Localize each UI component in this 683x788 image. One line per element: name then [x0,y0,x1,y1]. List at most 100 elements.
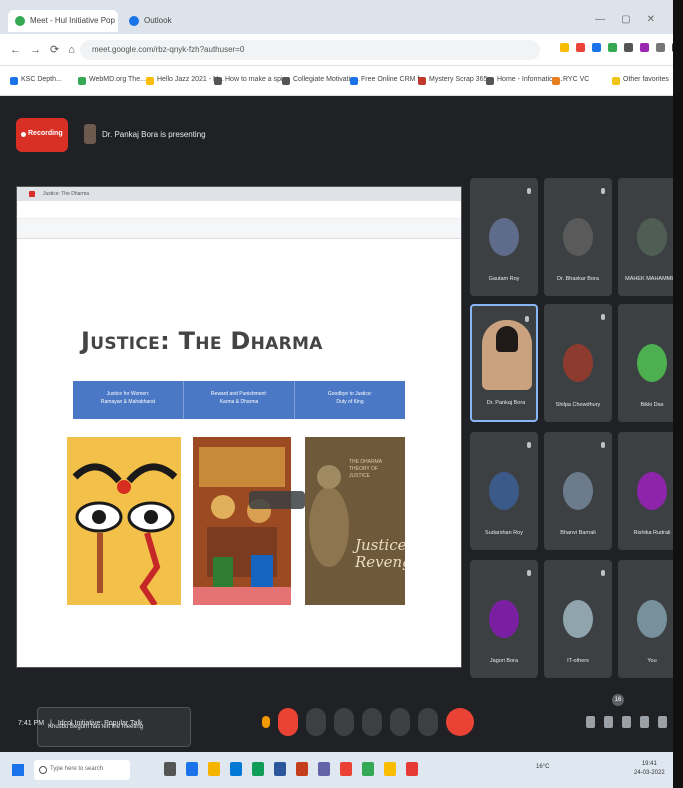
participant-name: Dr. Bhaskar Bora [557,276,599,282]
mic-muted-icon [601,314,605,320]
app-icon[interactable] [362,762,374,776]
raise-hand-indicator [262,716,270,728]
participant-avatar [563,472,593,510]
goddess-eyes-illustration [67,437,181,605]
separator: | [50,720,52,727]
chrome-icon[interactable] [340,762,352,776]
participant-name: Shilpa Chowdhury [555,402,601,408]
presenting-label: Dr. Pankaj Bora is presenting [84,122,206,144]
tab-label: Outlook [144,16,172,25]
extension-icon[interactable] [608,43,617,52]
participant-tile[interactable]: Jagori Bora [470,560,538,678]
tab-label: Meet - Hul Initiative Pop [30,16,115,25]
bookmark-item[interactable]: How to make a spir... [214,76,290,85]
activities-icon[interactable] [640,716,649,728]
mic-muted-icon [601,570,605,576]
raise-hand-button[interactable] [362,708,382,736]
participant-tile[interactable]: Dr. Pankaj Bora [470,304,538,422]
task-view-icon[interactable] [164,762,176,776]
bookmark-item[interactable]: Mystery Scrap 365... [418,76,493,85]
extension-icon[interactable] [576,43,585,52]
bookmark-item[interactable]: KSC Depth... [10,76,62,85]
slide-float-controls[interactable] [249,491,305,509]
excel-icon[interactable] [252,762,264,776]
present-button[interactable] [390,708,410,736]
nav-buttons[interactable]: ←→⟳⌂ [10,43,84,56]
extension-icon[interactable] [640,43,649,52]
bookmark-item[interactable]: RYC VC [552,76,589,85]
bookmark-item[interactable]: Free Online CRM f... [350,76,425,85]
window-controls[interactable]: —▢✕ [595,14,671,25]
topic-line: Karma & Dharma [219,399,259,405]
mic-muted-icon [601,442,605,448]
bookmark-item[interactable]: WebMD.org The... [78,76,146,85]
participant-tile[interactable]: IT-others [544,560,612,678]
justice-book-image: THE DHARMA THEORY OF JUSTICE Justice Rev… [305,437,405,605]
tab-meet[interactable]: Meet - Hul Initiative Pop [8,10,118,32]
presenting-text: Dr. Pankaj Bora is presenting [102,130,206,139]
slide-title: Justice: The Dharma [81,327,323,355]
app-icon[interactable] [406,762,418,776]
edge-icon[interactable] [186,762,198,776]
bookmark-item[interactable]: Other favorites [612,76,669,85]
participant-name: Sudarshan Roy [485,530,523,536]
participant-avatar [637,600,667,638]
slide-content: Justice: The Dharma Justice for Women: R… [51,259,427,639]
camera-button[interactable] [306,708,326,736]
captions-button[interactable] [334,708,354,736]
info-icon[interactable] [586,716,595,728]
participant-tile[interactable]: Dr. Bhaskar Bora [544,178,612,296]
mic-muted-icon [527,188,531,194]
tab-outlook[interactable]: Outlook [122,10,222,32]
extension-icons[interactable] [560,43,681,52]
frame-edge [673,0,683,788]
taskbar-clock[interactable]: 19:41 24-03-2022 [634,760,665,778]
topic-line: Duty of King [336,399,364,405]
system-tray[interactable]: 16°C [536,764,549,770]
bookmarks-bar: KSC Depth... WebMD.org The... Hello Jazz… [0,66,683,96]
powerpoint-icon[interactable] [296,762,308,776]
participant-tile[interactable]: Bhanvi Barnali [544,432,612,550]
url-input[interactable]: meet.google.com/rbz-qnyk-fzh?authuser=0 [80,40,540,60]
bookmark-item[interactable]: Collegiate Motivatio... [282,76,360,85]
app-icon[interactable] [384,762,396,776]
left-meeting-toast: Khusbu Begum has left the meeting [37,707,191,747]
participant-avatar [563,344,593,382]
participant-tile[interactable]: Shilpa Chowdhury [544,304,612,422]
clock-date: 24-03-2022 [634,770,665,776]
profile-icon[interactable] [656,43,665,52]
chat-icon[interactable] [622,716,631,728]
people-icon[interactable] [604,716,613,728]
book-caption: Justice Revenge [355,536,405,571]
participant-avatar [563,218,593,256]
windows-start-icon[interactable] [12,764,24,776]
end-call-button[interactable] [446,708,474,736]
store-icon[interactable] [230,762,242,776]
extension-icon[interactable] [624,43,633,52]
extension-icon[interactable] [592,43,601,52]
topic-line: Goodbye to Justice: [327,391,373,397]
file-explorer-icon[interactable] [208,762,220,776]
teams-icon[interactable] [318,762,330,776]
windows-taskbar: Type here to search 16°C 19:41 24-03-202… [0,752,683,788]
participant-name: IT-others [567,658,589,664]
word-icon[interactable] [274,762,286,776]
participant-name: Gautam Roy [488,276,520,282]
more-options-button[interactable] [418,708,438,736]
meet-stage: Recording Dr. Pankaj Bora is presenting … [0,96,683,752]
goddess-eyes-image [67,437,181,605]
meeting-time: 7:41 PM [18,720,45,727]
participant-avatar [637,218,667,256]
shared-toolbar [17,219,461,239]
mic-off-button[interactable] [278,708,298,736]
host-controls-icon[interactable] [658,716,667,728]
meeting-info: 7:41 PM | Idcol Initiative: Popular Talk [18,720,143,727]
bookmark-item[interactable]: Hello Jazz 2021 - N... [146,76,224,85]
extension-icon[interactable] [560,43,569,52]
recording-indicator[interactable]: Recording [16,118,68,152]
participant-tile[interactable]: Gautam Roy [470,178,538,296]
participant-tile[interactable]: Sudarshan Roy [470,432,538,550]
taskbar-search-input[interactable]: Type here to search [34,760,130,780]
topic-item: Goodbye to Justice: Duty of King [295,381,405,419]
participant-name: Bhanvi Barnali [560,530,596,536]
